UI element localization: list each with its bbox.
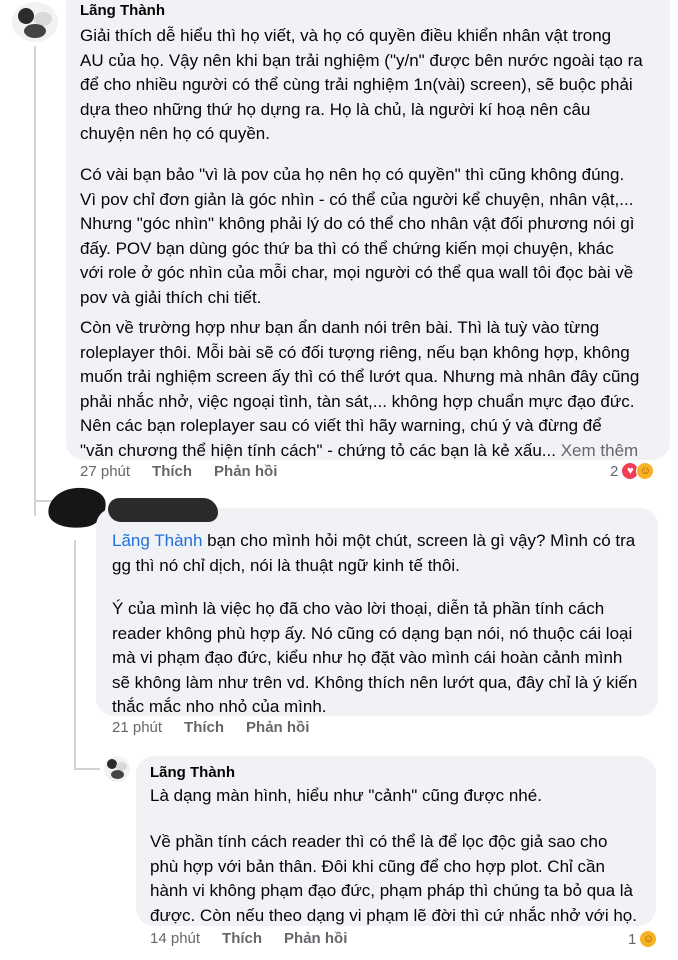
care-reaction-icon: ☺ bbox=[639, 930, 658, 948]
comment-text: Lãng Thành bạn cho mình hỏi một chút, sc… bbox=[112, 529, 652, 578]
comment-text: Về phần tính cách reader thì có thể là đ… bbox=[150, 832, 637, 925]
like-button[interactable]: Thích bbox=[184, 719, 224, 736]
comment-text: Là dạng màn hình, hiểu như "cảnh" cũng đ… bbox=[150, 786, 542, 805]
care-reaction-icon: ☺ bbox=[636, 462, 655, 480]
comment-text: Giải thích dễ hiểu thì họ viết, và họ có… bbox=[80, 26, 643, 144]
avatar[interactable] bbox=[104, 756, 130, 782]
reaction-summary[interactable]: 2 ♥ ☺ bbox=[610, 462, 655, 480]
thread-line-nested bbox=[74, 540, 76, 770]
like-button[interactable]: Thích bbox=[222, 930, 262, 947]
comment-author[interactable]: Lãng Thành bbox=[150, 764, 235, 781]
comment-text: Còn về trường hợp như bạn ẩn danh nói tr… bbox=[80, 316, 664, 464]
author-name-obscured bbox=[108, 498, 218, 522]
thread-branch-nested bbox=[74, 768, 100, 770]
comment-text: Có vài bạn bảo "vì là pov của họ nên họ … bbox=[80, 165, 635, 307]
reply-button[interactable]: Phản hồi bbox=[246, 719, 309, 736]
comment-text: Ý của mình là việc họ đã cho vào lời tho… bbox=[112, 599, 638, 717]
thread-line bbox=[34, 46, 36, 516]
comment-timestamp[interactable]: 21 phút bbox=[112, 719, 162, 736]
see-more-link[interactable]: Xem thêm bbox=[561, 441, 638, 460]
comment-meta: 27 phút Thích Phản hồi bbox=[80, 463, 277, 480]
comment-timestamp[interactable]: 14 phút bbox=[150, 930, 200, 947]
comment-meta: 21 phút Thích Phản hồi bbox=[112, 719, 309, 736]
reaction-summary[interactable]: 1 ☺ bbox=[628, 930, 658, 948]
like-button[interactable]: Thích bbox=[152, 463, 192, 480]
reaction-count: 2 bbox=[610, 462, 619, 480]
reply-button[interactable]: Phản hồi bbox=[284, 930, 347, 947]
comment-text-truncated: Còn về trường hợp như bạn ẩn danh nói tr… bbox=[80, 318, 640, 460]
comment-timestamp[interactable]: 27 phút bbox=[80, 463, 130, 480]
reaction-count: 1 bbox=[628, 930, 637, 948]
reply-button[interactable]: Phản hồi bbox=[214, 463, 277, 480]
comment-meta: 14 phút Thích Phản hồi bbox=[150, 930, 347, 947]
comment-author[interactable]: Lãng Thành bbox=[80, 2, 165, 19]
mention-link[interactable]: Lãng Thành bbox=[112, 531, 202, 550]
avatar[interactable] bbox=[12, 2, 58, 42]
